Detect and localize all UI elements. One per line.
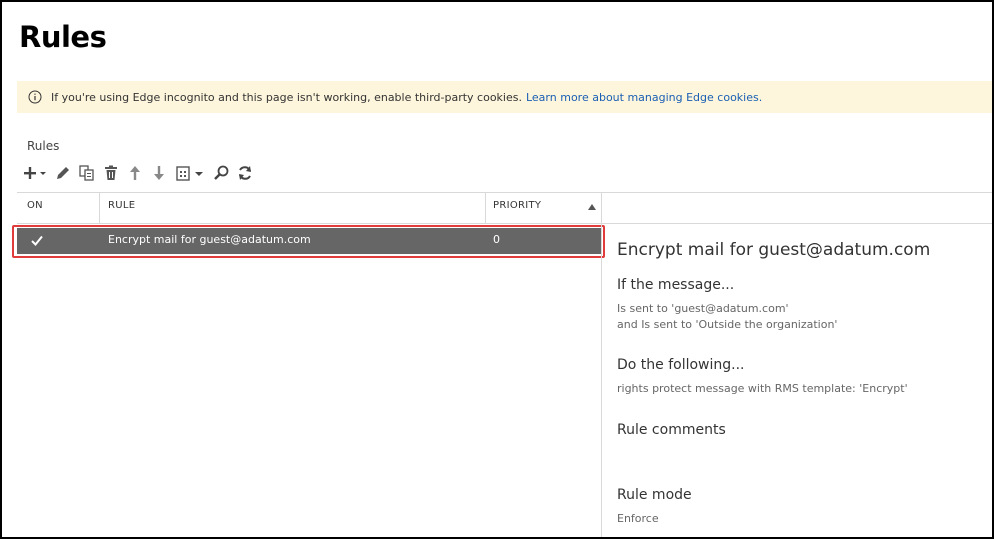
info-icon <box>28 90 42 104</box>
details-do-line-1: rights protect message with RMS template… <box>617 382 908 395</box>
page-title: Rules <box>19 20 107 54</box>
search-icon <box>214 165 229 180</box>
details-pane-divider <box>601 193 602 537</box>
delete-button[interactable] <box>102 163 120 183</box>
details-mode-heading: Rule mode <box>617 487 692 503</box>
details-if-line-2: and Is sent to 'Outside the organization… <box>617 318 838 331</box>
search-button[interactable] <box>212 163 230 183</box>
details-if-heading: If the message... <box>617 277 735 293</box>
banner-message: If you're using Edge incognito and this … <box>51 90 522 104</box>
column-header-on[interactable]: ON <box>27 200 43 211</box>
banner-link[interactable]: Learn more about managing Edge cookies. <box>526 91 762 104</box>
copy-icon <box>79 165 94 181</box>
sort-ascending-icon[interactable] <box>588 204 596 210</box>
move-down-icon <box>154 166 164 180</box>
details-comments-heading: Rule comments <box>617 422 726 438</box>
move-up-icon <box>130 166 140 180</box>
cookie-banner: If you're using Edge incognito and this … <box>17 81 992 113</box>
refresh-icon <box>239 166 251 180</box>
table-header-top-border <box>17 192 992 193</box>
move-down-button[interactable] <box>150 163 168 183</box>
section-label: Rules <box>27 139 60 153</box>
delete-icon <box>105 165 117 180</box>
copy-button[interactable] <box>78 163 96 183</box>
row-highlight-box <box>12 225 605 258</box>
edit-icon <box>57 167 69 179</box>
toolbar <box>22 162 260 184</box>
export-button[interactable] <box>174 163 206 183</box>
column-header-rule[interactable]: RULE <box>108 200 135 211</box>
move-up-button[interactable] <box>126 163 144 183</box>
column-separator <box>99 193 100 223</box>
refresh-button[interactable] <box>236 163 254 183</box>
details-if-line-1: Is sent to 'guest@adatum.com' <box>617 302 789 315</box>
details-title: Encrypt mail for guest@adatum.com <box>617 240 931 260</box>
details-mode-value: Enforce <box>617 512 659 525</box>
export-icon <box>176 166 203 181</box>
add-button[interactable] <box>22 163 48 183</box>
column-header-priority[interactable]: PRIORITY <box>493 200 541 211</box>
add-icon <box>24 167 46 179</box>
edit-button[interactable] <box>54 163 72 183</box>
table-header-bottom-border <box>17 223 992 224</box>
column-separator <box>485 193 486 223</box>
details-do-heading: Do the following... <box>617 357 745 373</box>
